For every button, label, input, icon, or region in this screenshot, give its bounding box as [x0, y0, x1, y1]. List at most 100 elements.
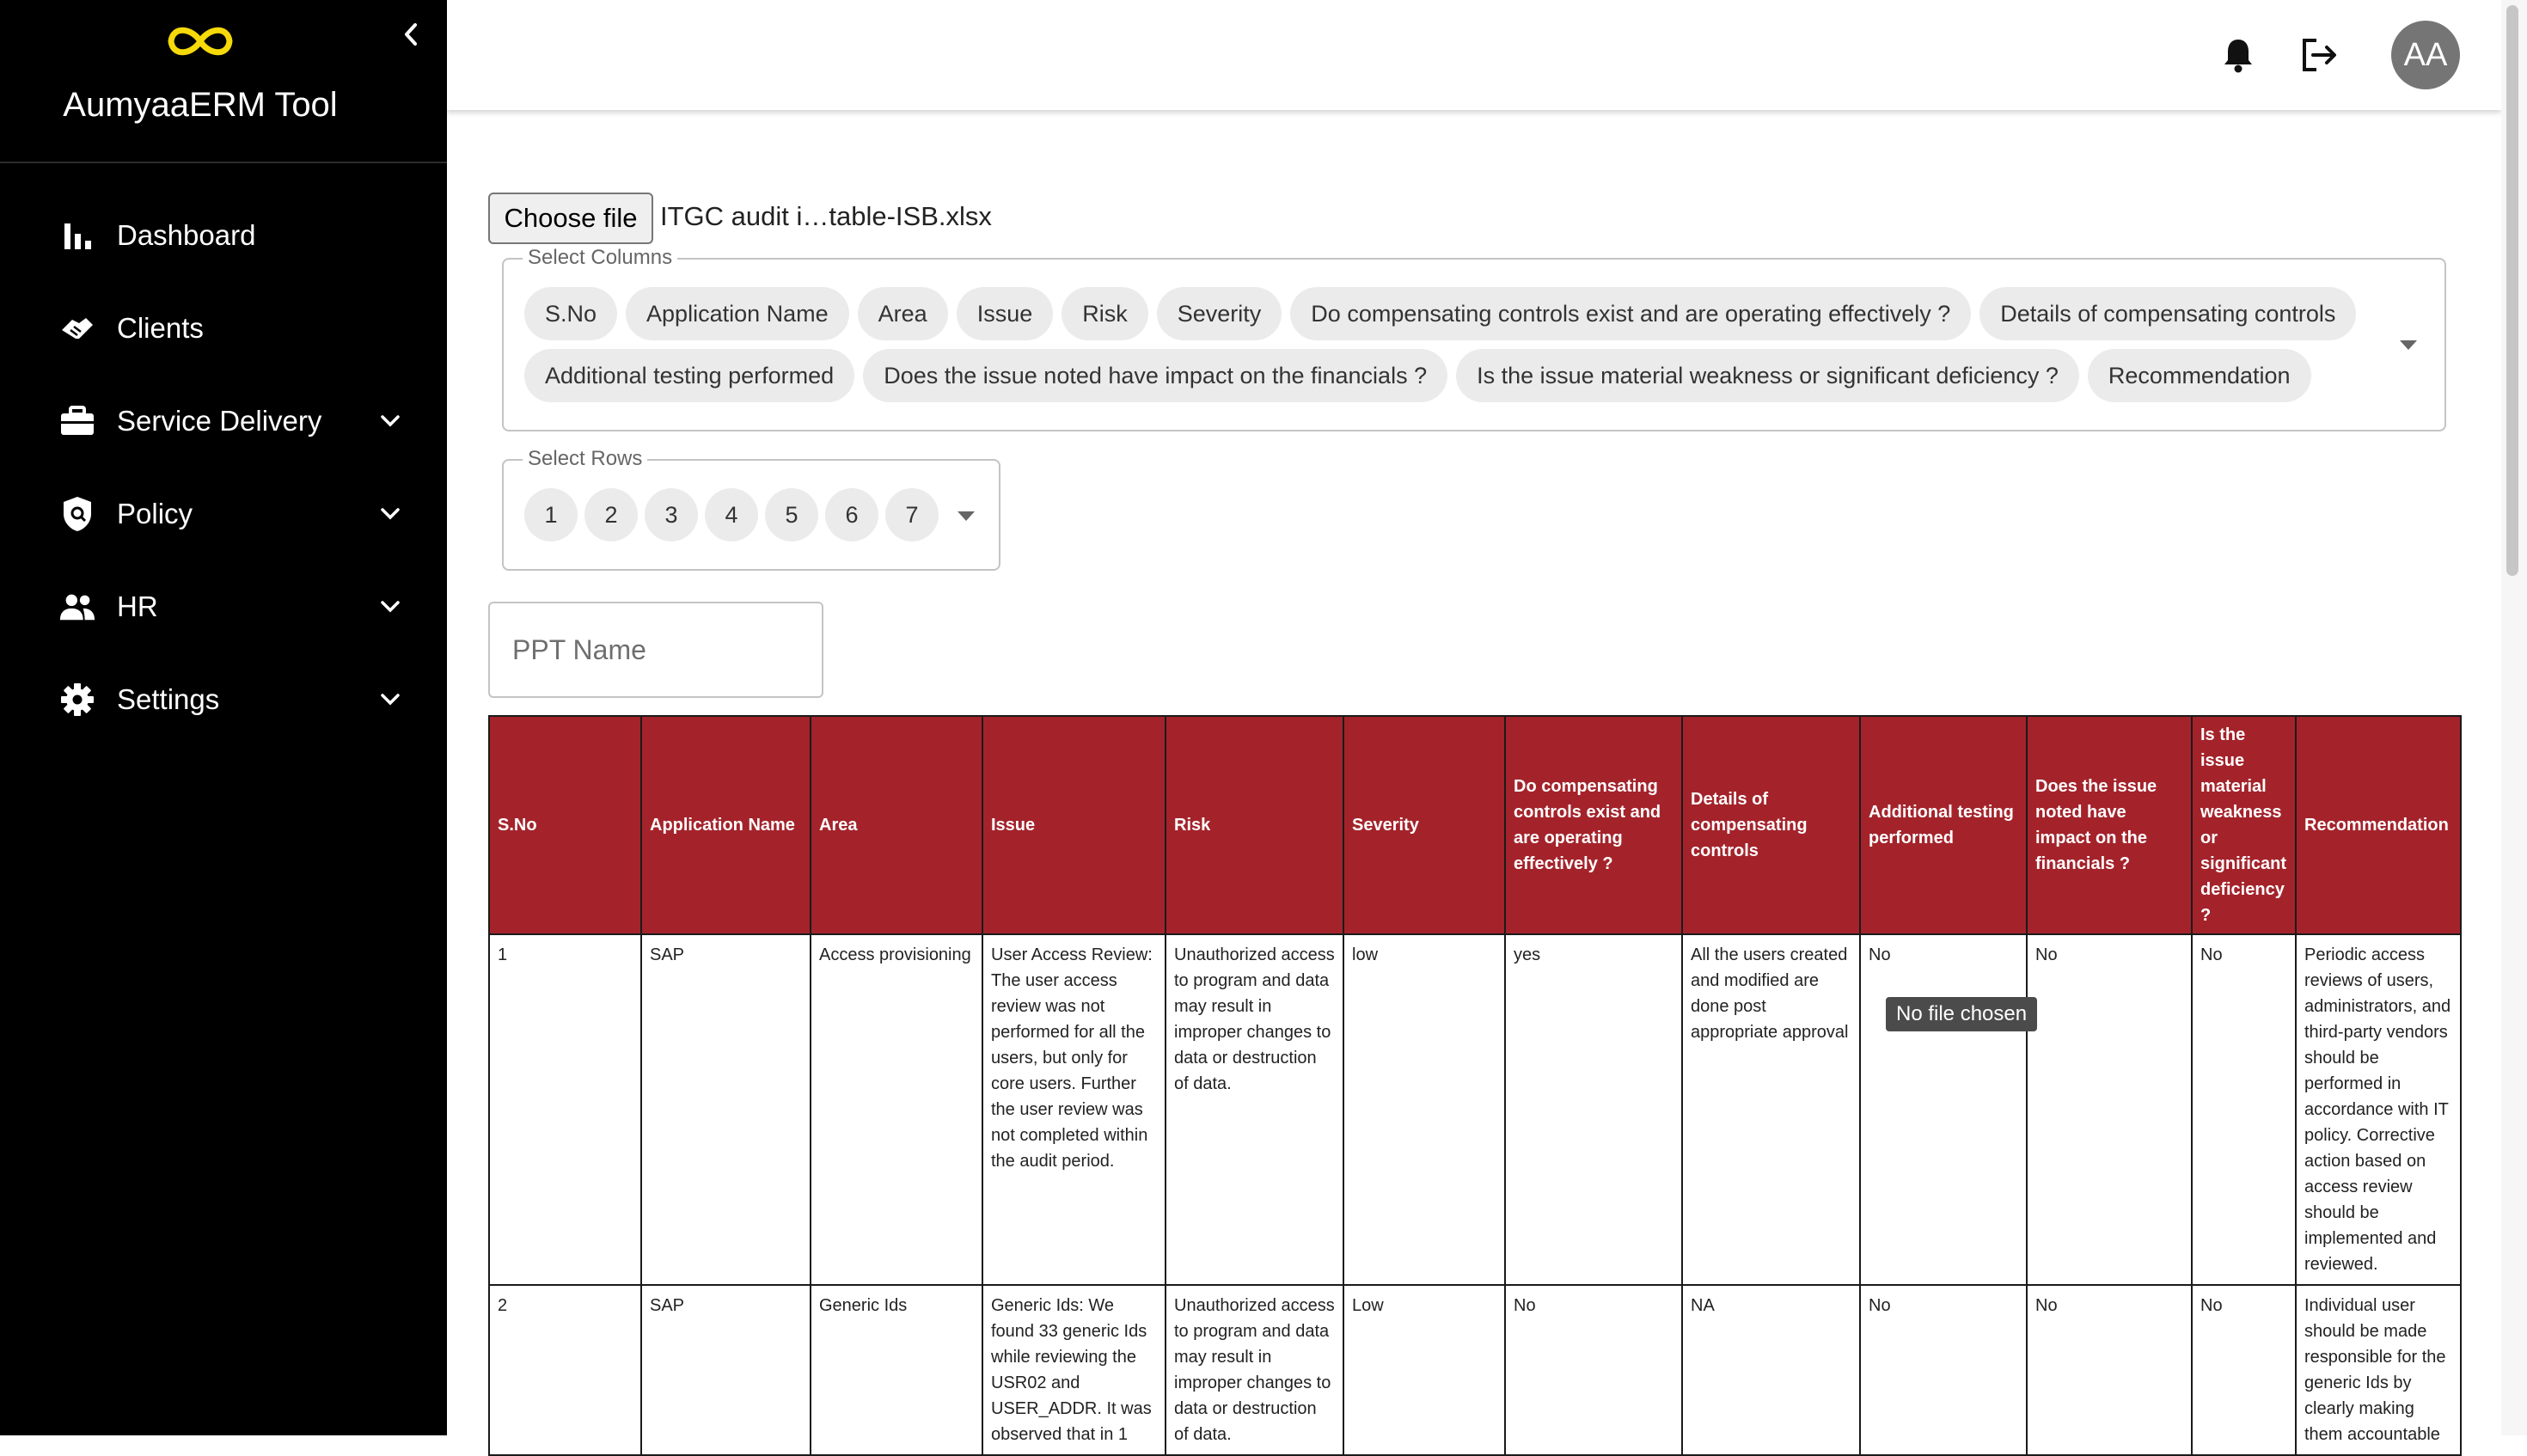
avatar[interactable]: AA — [2391, 21, 2460, 89]
table-header-cell: Details of compensating controls — [1681, 715, 1861, 935]
sidebar-item-dashboard[interactable]: Dashboard — [0, 189, 447, 282]
chevron-down-icon[interactable] — [375, 406, 406, 437]
table-cell: No — [2191, 1284, 2297, 1456]
row-chip[interactable]: 3 — [645, 488, 698, 541]
row-chip[interactable]: 4 — [705, 488, 758, 541]
table-header-cell: Risk — [1165, 715, 1344, 935]
sidebar-item-clients[interactable]: Clients — [0, 282, 447, 375]
column-chip[interactable]: Is the issue material weakness or signif… — [1456, 349, 2079, 402]
table-header-cell: Do compensating controls exist and are o… — [1504, 715, 1683, 935]
table-body: 1 SAP Access provisioning User Access Revie… — [488, 933, 2462, 1456]
ppt-name-input[interactable] — [488, 602, 823, 698]
table-header-cell: Issue — [982, 715, 1166, 935]
sidebar-item-settings[interactable]: Settings — [0, 653, 447, 746]
column-chip[interactable]: Additional testing performed — [524, 349, 855, 402]
collapse-sidebar-button[interactable] — [397, 17, 425, 52]
bar-chart-icon — [58, 217, 96, 254]
table-header-cell: Does the issue noted have impact on the … — [2026, 715, 2193, 935]
table-cell: No — [2026, 933, 2193, 1286]
table-cell: Generic Ids: We found 33 generic Ids whi… — [982, 1284, 1166, 1456]
table-header-cell: Area — [810, 715, 983, 935]
table-cell: Generic Ids — [810, 1284, 983, 1456]
sidebar-item-label: HR — [117, 590, 158, 622]
table-cell: NA — [1681, 1284, 1861, 1456]
table-cell: Periodic access reviews of users, admini… — [2295, 933, 2462, 1286]
page-scrollbar-thumb[interactable] — [2506, 5, 2518, 576]
column-chip[interactable]: Recommendation — [2087, 349, 2311, 402]
infinity-logo-icon — [168, 27, 233, 56]
table-cell: Unauthorized access to program and data … — [1165, 1284, 1344, 1456]
column-chip[interactable]: Does the issue noted have impact on the … — [863, 349, 1448, 402]
select-columns-label: Select Columns — [523, 246, 678, 270]
column-chip[interactable]: Application Name — [626, 287, 849, 340]
app-logo — [0, 19, 401, 64]
preview-table-container: S.No Application Name Area Issue Risk Severit… — [488, 715, 2462, 1456]
table-cell: User Access Review: The user access revi… — [982, 933, 1166, 1286]
select-rows-field[interactable]: Select Rows 1234567 — [502, 447, 1000, 571]
chevron-down-icon[interactable] — [375, 499, 406, 529]
caret-down-icon[interactable] — [958, 511, 975, 521]
select-columns-field[interactable]: Select Columns S.No Application Name Area I… — [502, 246, 2446, 431]
table-cell: Unauthorized access to program and data … — [1165, 933, 1344, 1286]
chevron-left-icon — [405, 23, 417, 46]
caret-down-icon[interactable] — [2400, 340, 2417, 350]
row-chip[interactable]: 2 — [584, 488, 638, 541]
sidebar: AumyaaERM Tool Dashboard Clients Service… — [0, 0, 447, 1435]
table-header-cell: Application Name — [640, 715, 811, 935]
column-chip[interactable]: Risk — [1062, 287, 1148, 340]
table-cell: Access provisioning — [810, 933, 983, 1286]
preview-table: S.No Application Name Area Issue Risk Severit… — [488, 715, 2462, 1456]
table-cell: Low — [1343, 1284, 1506, 1456]
row-chip[interactable]: 1 — [524, 488, 578, 541]
sidebar-item-label: Service Delivery — [117, 405, 322, 437]
bell-icon[interactable] — [2218, 34, 2259, 76]
table-cell: 1 — [488, 933, 642, 1286]
table-header-cell: Additional testing performed — [1859, 715, 2028, 935]
people-icon — [58, 588, 96, 626]
shield-icon — [58, 495, 96, 533]
sidebar-item-label: Policy — [117, 498, 193, 529]
sidebar-item-label: Clients — [117, 312, 204, 344]
table-cell: No — [1504, 1284, 1683, 1456]
choose-file-button[interactable]: Choose file — [488, 193, 653, 244]
table-cell: SAP — [640, 1284, 811, 1456]
selected-file-name: ITGC audit i…table-ISB.xlsx — [660, 201, 992, 231]
table-cell: All the users created and modified are d… — [1681, 933, 1861, 1286]
logout-icon[interactable] — [2298, 34, 2340, 76]
sidebar-item-label: Dashboard — [117, 219, 256, 251]
select-columns-chips: S.No Application Name Area Issue Risk Severit… — [524, 287, 2372, 402]
chevron-down-icon[interactable] — [375, 591, 406, 622]
table-cell: Individual user should be made responsib… — [2295, 1284, 2462, 1456]
table-header-cell: Severity — [1343, 715, 1506, 935]
table-header-row: S.No Application Name Area Issue Risk Severit… — [488, 715, 2462, 935]
column-chip[interactable]: Severity — [1156, 287, 1282, 340]
table-cell: No — [2191, 933, 2297, 1286]
sidebar-item-hr[interactable]: HR — [0, 560, 447, 653]
column-chip[interactable]: Details of compensating controls — [1979, 287, 2357, 340]
sidebar-divider — [0, 162, 447, 163]
column-chip[interactable]: Issue — [956, 287, 1054, 340]
table-cell: yes — [1504, 933, 1683, 1286]
select-rows-chips: 1234567 — [524, 488, 971, 541]
table-cell: low — [1343, 933, 1506, 1286]
row-chip[interactable]: 5 — [765, 488, 818, 541]
table-row: 2 SAP Generic Ids Generic Ids: We found 33 … — [488, 1284, 2462, 1456]
column-chip[interactable]: S.No — [524, 287, 618, 340]
table-header-cell: S.No — [488, 715, 642, 935]
column-chip[interactable]: Do compensating controls exist and are o… — [1290, 287, 1972, 340]
chevron-down-icon[interactable] — [375, 684, 406, 715]
row-chip[interactable]: 6 — [825, 488, 878, 541]
sidebar-item-service-delivery[interactable]: Service Delivery — [0, 375, 447, 468]
table-cell: No — [1859, 933, 2028, 1286]
handshake-icon — [58, 309, 96, 347]
sidebar-item-policy[interactable]: Policy — [0, 468, 447, 560]
sidebar-nav: Dashboard Clients Service Delivery Polic… — [0, 189, 447, 746]
table-cell: No — [2026, 1284, 2193, 1456]
table-cell: SAP — [640, 933, 811, 1286]
app-title: AumyaaERM Tool — [63, 86, 338, 124]
table-header-cell: Recommendation — [2295, 715, 2462, 935]
file-input-tooltip: No file chosen — [1886, 997, 2038, 1031]
column-chip[interactable]: Area — [857, 287, 948, 340]
select-rows-label: Select Rows — [523, 447, 648, 471]
row-chip[interactable]: 7 — [885, 488, 939, 541]
